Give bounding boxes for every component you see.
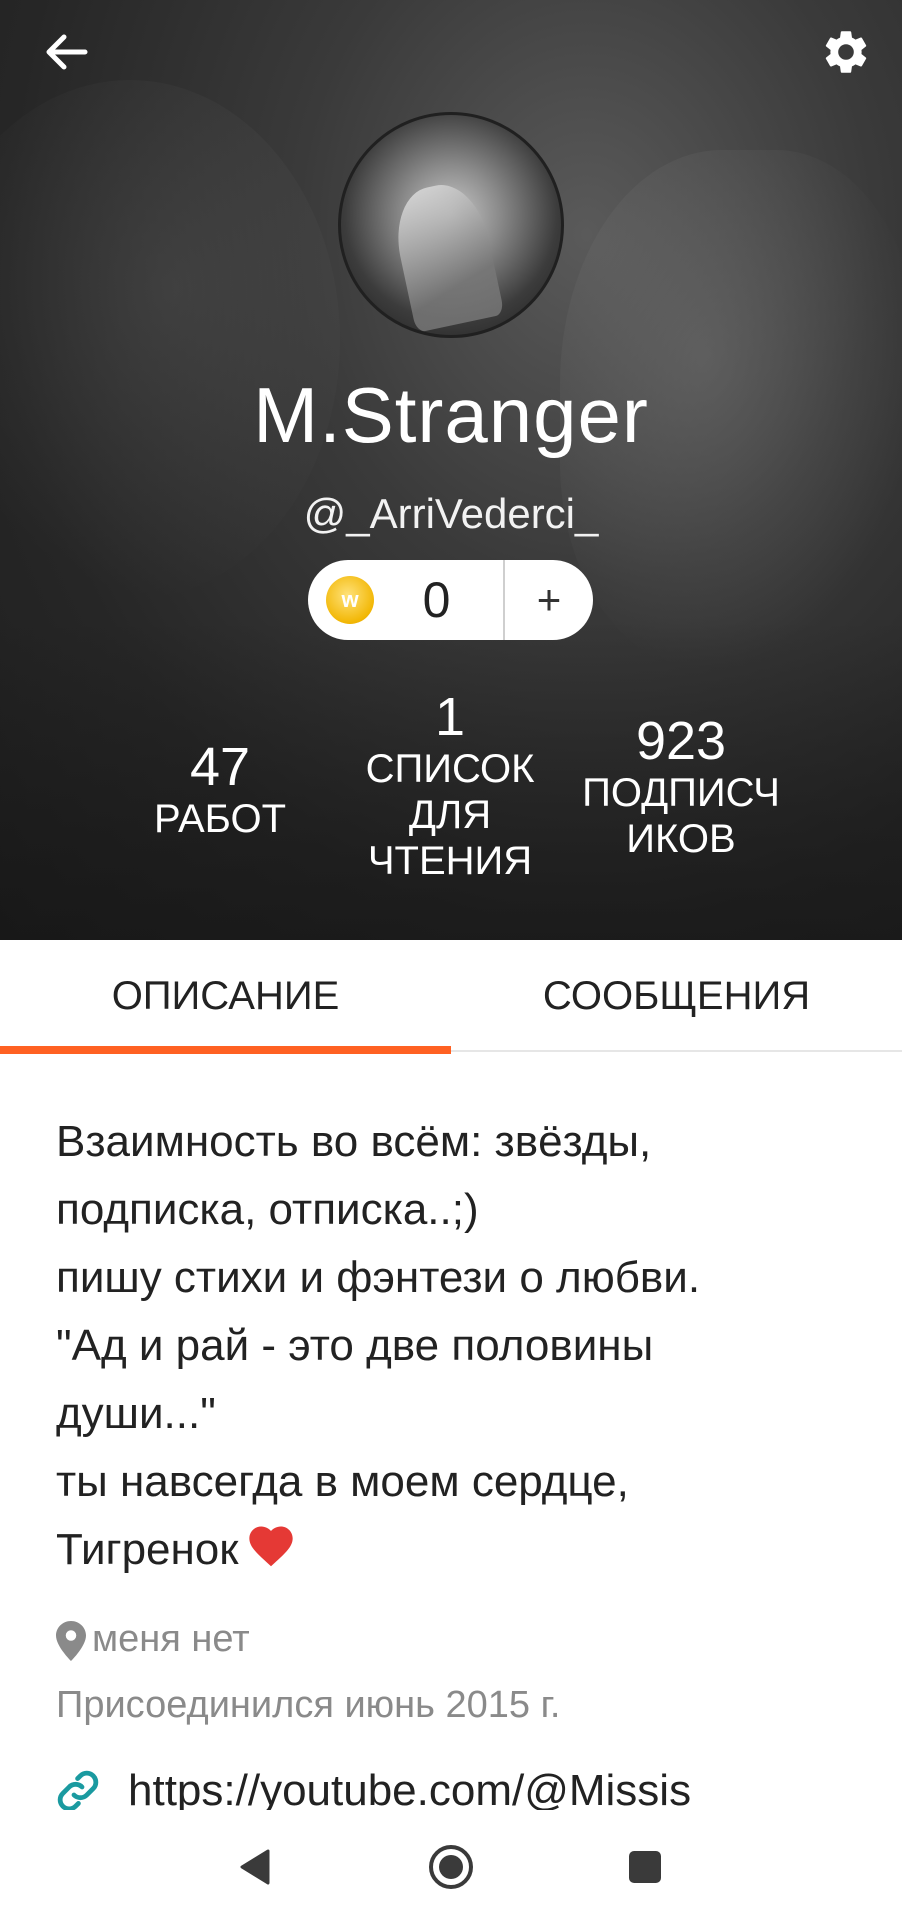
- location-row: меня нет: [56, 1618, 250, 1661]
- triangle-back-icon: [240, 1849, 270, 1885]
- tab-messages[interactable]: СООБЩЕНИЯ: [451, 940, 902, 1052]
- circle-home-icon: [429, 1845, 473, 1889]
- nav-back-button[interactable]: [220, 1832, 290, 1902]
- location-text: меня нет: [92, 1618, 250, 1660]
- tab-about[interactable]: ОПИСАНИЕ: [0, 940, 451, 1054]
- heart-emoji-icon: [248, 1526, 293, 1567]
- stat-reading-lists[interactable]: 1 СПИСОК ДЛЯ ЧТЕНИЯ: [355, 688, 545, 884]
- link-icon: [57, 1770, 99, 1810]
- nav-home-button[interactable]: [416, 1832, 486, 1902]
- system-navigation-bar: [0, 1810, 902, 1920]
- stat-works-value: 47: [189, 737, 251, 797]
- back-button[interactable]: [36, 22, 96, 82]
- coin-balance: w 0 +: [308, 560, 593, 640]
- stat-reading-lists-label: СПИСОК ДЛЯ ЧТЕНИЯ: [365, 747, 535, 883]
- stat-followers-value: 923: [635, 711, 727, 771]
- about-content: Взаимность во всём: звёзды, подписка, от…: [0, 1054, 902, 1810]
- coin-value: 0: [422, 572, 451, 628]
- profile-tabs: ОПИСАНИЕ СООБЩЕНИЯ: [0, 940, 902, 1054]
- link-text[interactable]: https://youtube.com/@Missis: [128, 1766, 691, 1810]
- stat-followers-label: ПОДПИСЧ ИКОВ: [582, 771, 780, 861]
- stat-followers[interactable]: 923 ПОДПИСЧ ИКОВ: [568, 712, 794, 862]
- profile-link[interactable]: https://youtube.com/@Missis: [54, 1766, 691, 1810]
- add-coins-button[interactable]: +: [505, 576, 593, 624]
- stat-reading-lists-value: 1: [434, 687, 466, 747]
- profile-header: M.Stranger @_ArriVederci_ w 0 + 47 РАБОТ…: [0, 0, 902, 940]
- profile-display-name: M.Stranger: [253, 371, 649, 459]
- avatar[interactable]: [338, 112, 564, 338]
- coin-icon: w: [326, 576, 374, 624]
- bio-text: Взаимность во всём: звёзды, подписка, от…: [56, 1108, 856, 1584]
- stat-works[interactable]: 47 РАБОТ: [130, 738, 310, 842]
- gear-icon: [825, 31, 867, 73]
- stat-works-label: РАБОТ: [153, 797, 287, 841]
- profile-username: @_ArriVederci_: [303, 490, 599, 537]
- arrow-left-icon: [46, 34, 88, 70]
- location-pin-icon: [56, 1621, 86, 1661]
- joined-date: Присоединился июнь 2015 г.: [56, 1684, 561, 1726]
- bio-body: Взаимность во всём: звёзды, подписка, от…: [56, 1117, 701, 1574]
- square-recents-icon: [629, 1851, 661, 1883]
- settings-button[interactable]: [812, 18, 880, 86]
- nav-recents-button[interactable]: [610, 1832, 680, 1902]
